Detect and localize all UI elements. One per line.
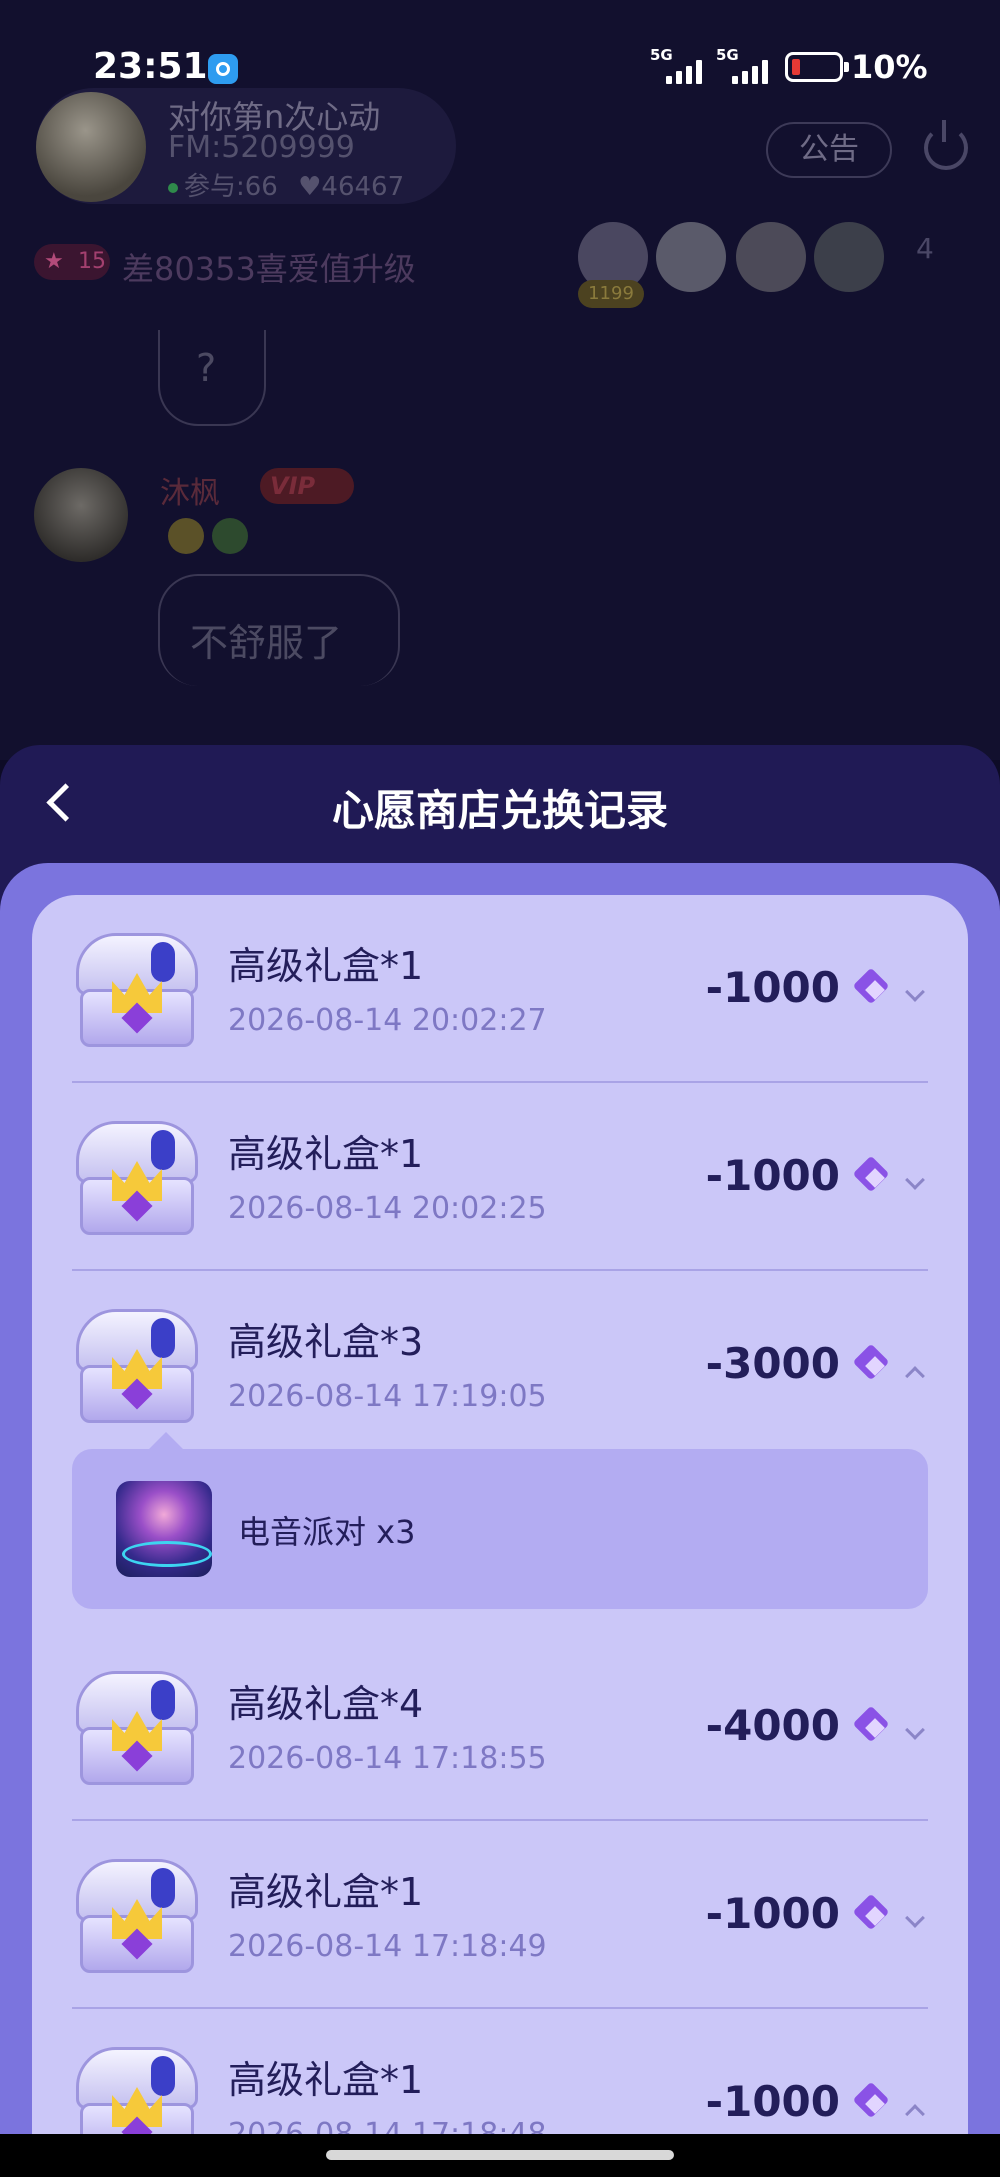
- sender-avatar[interactable]: [34, 468, 128, 562]
- gift-thumbnail: [116, 1481, 212, 1577]
- record-time: 2026-08-14 17:18:55: [228, 1741, 547, 1776]
- record-amount: -3000: [705, 1339, 840, 1388]
- app-notification-icon: [208, 54, 238, 84]
- seat-more-count[interactable]: 4: [916, 232, 934, 265]
- chevron-up-icon[interactable]: [905, 2104, 925, 2124]
- crystal-coin-icon: [854, 1345, 896, 1385]
- record-time: 2026-08-14 20:02:25: [228, 1191, 547, 1226]
- vip-badge: VIP: [260, 468, 354, 504]
- record-title: 高级礼盒*4: [228, 1682, 424, 1726]
- record-detail: 电音派对 x3: [72, 1449, 928, 1609]
- medal-icon: [212, 518, 248, 554]
- records-panel: 高级礼盒*1 2026-08-14 20:02:27 -1000 高级礼盒*1 …: [0, 863, 1000, 2177]
- crystal-coin-icon: [854, 1157, 896, 1197]
- signal-2-icon: 5G: [716, 46, 776, 84]
- crystal-coin-icon: [854, 969, 896, 1009]
- gift-box-icon: [70, 1853, 204, 1977]
- detail-item-name: 电音派对 x3: [238, 1513, 416, 1551]
- power-icon[interactable]: [924, 120, 968, 170]
- gift-box-icon: [70, 1115, 204, 1239]
- chat-bubble-question: ?: [158, 330, 266, 426]
- chevron-down-icon[interactable]: [905, 982, 925, 1002]
- participants-count: 参与:66: [184, 172, 278, 202]
- record-item[interactable]: 高级礼盒*1 2026-08-14 20:02:27 -1000: [32, 895, 968, 1083]
- gift-box-icon: [70, 1665, 204, 1789]
- crystal-coin-icon: [854, 1707, 896, 1747]
- battery-icon: [785, 52, 849, 82]
- sender-name: 沐枫: [160, 476, 220, 511]
- gift-box-icon: [70, 1303, 204, 1427]
- sheet-title: 心愿商店兑换记录: [331, 786, 668, 835]
- chevron-down-icon[interactable]: [905, 1720, 925, 1740]
- record-time: 2026-08-14 17:18:49: [228, 1929, 547, 1964]
- crystal-coin-icon: [854, 2083, 896, 2123]
- chevron-down-icon[interactable]: [905, 1170, 925, 1190]
- record-title: 高级礼盒*1: [228, 944, 424, 988]
- record-title: 高级礼盒*1: [228, 2058, 424, 2102]
- room-stats: 参与:66 ♥46467: [168, 166, 404, 203]
- record-time: 2026-08-14 20:02:27: [228, 1003, 547, 1038]
- chat-bubble-message: 不舒服了: [158, 574, 400, 686]
- room-fm-id: FM:5209999: [168, 130, 355, 165]
- notice-button[interactable]: 公告: [766, 122, 892, 178]
- record-item[interactable]: 高级礼盒*1 2026-08-14 17:18:49 -1000: [32, 1821, 968, 2009]
- record-time: 2026-08-14 17:19:05: [228, 1379, 547, 1414]
- status-time: 23:51: [93, 46, 208, 87]
- record-amount: -1000: [705, 963, 840, 1012]
- record-amount: -1000: [705, 2077, 840, 2126]
- record-amount: -4000: [705, 1701, 840, 1750]
- seat-avatar-2[interactable]: [656, 222, 726, 292]
- record-item[interactable]: 高级礼盒*4 2026-08-14 17:18:55 -4000: [32, 1633, 968, 1821]
- likes-count: ♥46467: [298, 172, 405, 202]
- signal-1-icon: 5G: [650, 46, 710, 84]
- record-title: 高级礼盒*3: [228, 1320, 424, 1364]
- record-item-expanded[interactable]: 高级礼盒*3 2026-08-14 17:19:05 -3000: [32, 1271, 968, 1459]
- records-list[interactable]: 高级礼盒*1 2026-08-14 20:02:27 -1000 高级礼盒*1 …: [32, 895, 968, 2177]
- home-indicator[interactable]: [326, 2150, 674, 2160]
- record-item[interactable]: 高级礼盒*1 2026-08-14 20:02:25 -1000: [32, 1083, 968, 1271]
- chat-room-background: 23:51 5G 5G 10% 对你第n次心动 FM:5209999 参与:66…: [0, 0, 1000, 760]
- chevron-down-icon[interactable]: [905, 1908, 925, 1928]
- crystal-coin-icon: [854, 1895, 896, 1935]
- gift-box-icon: [70, 927, 204, 1051]
- level-badge: 15: [34, 244, 110, 280]
- battery-percent: 10%: [851, 48, 928, 86]
- sender-medals: [168, 518, 258, 558]
- chevron-up-icon[interactable]: [905, 1366, 925, 1386]
- seat-badge: 1199: [578, 280, 644, 308]
- exchange-record-sheet: 心愿商店兑换记录 高级礼盒*1 2026-08-14 20:02:27 -100…: [0, 745, 1000, 2177]
- record-title: 高级礼盒*1: [228, 1870, 424, 1914]
- room-info[interactable]: 对你第n次心动 FM:5209999 参与:66 ♥46467: [36, 88, 456, 204]
- seat-avatar-3[interactable]: [736, 222, 806, 292]
- record-amount: -1000: [705, 1889, 840, 1938]
- room-avatar: [36, 92, 146, 202]
- record-title: 高级礼盒*1: [228, 1132, 424, 1176]
- medal-icon: [168, 518, 204, 554]
- level-progress-text: 差80353喜爱值升级: [122, 250, 416, 288]
- record-amount: -1000: [705, 1151, 840, 1200]
- seat-avatar-4[interactable]: [814, 222, 884, 292]
- online-dot-icon: [168, 182, 178, 193]
